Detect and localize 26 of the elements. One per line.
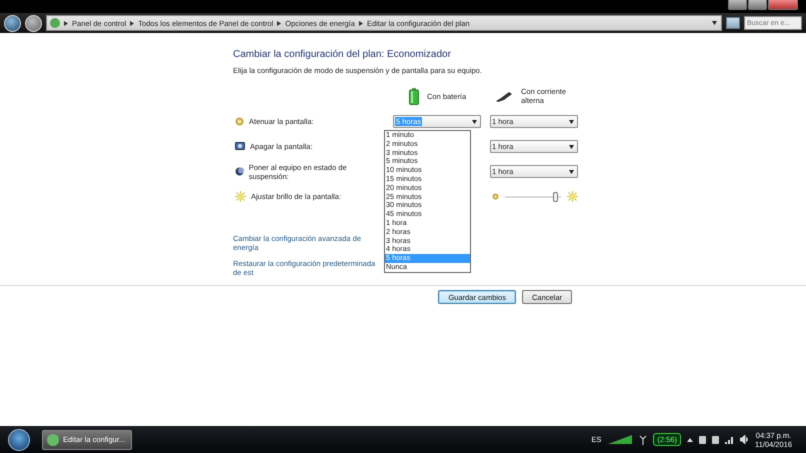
monitor-icon (235, 142, 245, 151)
bright-sun-icon (567, 191, 578, 202)
back-button[interactable] (4, 14, 21, 32)
breadcrumb-arrow-icon[interactable] (130, 20, 134, 26)
caret-icon[interactable] (472, 120, 477, 124)
refresh-button[interactable] (726, 17, 740, 29)
forward-button[interactable] (25, 14, 42, 32)
dim-sun-icon (492, 193, 499, 200)
slider-thumb[interactable] (553, 192, 558, 202)
speaker-icon[interactable] (740, 435, 750, 444)
signal-icon[interactable] (607, 434, 634, 445)
start-button[interactable] (8, 428, 30, 450)
caret-icon[interactable] (569, 170, 574, 174)
breadcrumb-arrow-icon[interactable] (64, 20, 68, 26)
show-hidden-icons-button[interactable] (687, 438, 694, 442)
breadcrumb-arrow-icon[interactable] (358, 20, 363, 26)
page-title: Cambiar la configuración del plan: Economizador (233, 49, 452, 60)
network-icon[interactable] (639, 434, 648, 444)
moon-icon (235, 167, 244, 176)
dim-screen-icon (235, 117, 244, 126)
caret-icon[interactable] (569, 120, 574, 124)
sun-icon (235, 191, 246, 202)
caret-icon[interactable] (712, 21, 717, 25)
signal-bars-icon[interactable] (725, 436, 734, 444)
caret-icon[interactable] (569, 144, 574, 148)
breadcrumb-arrow-icon[interactable] (277, 20, 282, 26)
